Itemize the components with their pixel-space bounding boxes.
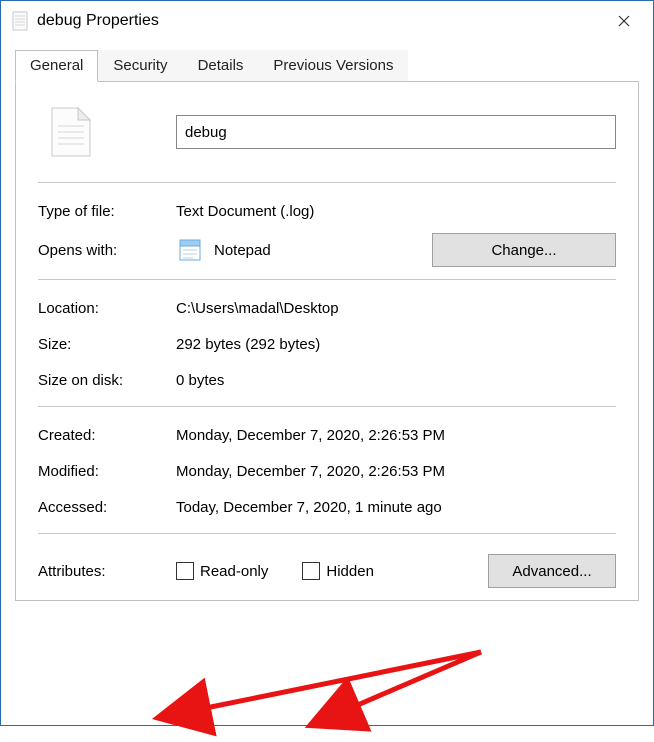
window-title: debug Properties <box>37 12 601 30</box>
checkbox-read-only[interactable]: Read-only <box>176 562 268 580</box>
checkbox-hidden-label: Hidden <box>326 563 374 580</box>
advanced-button[interactable]: Advanced... <box>488 554 616 588</box>
label-size-on-disk: Size on disk: <box>38 372 176 389</box>
tab-general-label: General <box>30 57 83 74</box>
file-type-icon <box>48 104 94 160</box>
value-size-on-disk: 0 bytes <box>176 372 616 389</box>
label-location: Location: <box>38 300 176 317</box>
tab-security-label: Security <box>113 57 167 74</box>
label-created: Created: <box>38 427 176 444</box>
value-created: Monday, December 7, 2020, 2:26:53 PM <box>176 427 616 444</box>
filename-input[interactable] <box>176 115 616 149</box>
checkbox-box-icon <box>302 562 320 580</box>
value-type-of-file: Text Document (.log) <box>176 203 616 220</box>
tab-previous-versions-label: Previous Versions <box>273 57 393 74</box>
value-location: C:\Users\madal\Desktop <box>176 300 616 317</box>
close-button[interactable] <box>601 6 647 36</box>
notepad-icon <box>176 236 204 264</box>
tab-previous-versions[interactable]: Previous Versions <box>258 50 408 81</box>
checkbox-hidden[interactable]: Hidden <box>302 562 374 580</box>
divider <box>38 533 616 534</box>
label-opens-with: Opens with: <box>38 242 176 259</box>
annotation-arrows <box>16 82 616 742</box>
tab-general[interactable]: General <box>15 50 98 82</box>
label-size: Size: <box>38 336 176 353</box>
divider <box>38 182 616 183</box>
divider <box>38 406 616 407</box>
label-attributes: Attributes: <box>38 563 176 580</box>
change-button[interactable]: Change... <box>432 233 616 267</box>
content-area: General Security Details Previous Versio… <box>1 41 653 725</box>
value-opens-with: Notepad <box>214 242 432 259</box>
tab-panel-general: Type of file: Text Document (.log) Opens… <box>15 81 639 601</box>
properties-window: debug Properties General Security Detail… <box>0 0 654 726</box>
file-icon <box>11 10 29 32</box>
label-modified: Modified: <box>38 463 176 480</box>
value-accessed: Today, December 7, 2020, 1 minute ago <box>176 499 616 516</box>
label-accessed: Accessed: <box>38 499 176 516</box>
label-type-of-file: Type of file: <box>38 203 176 220</box>
value-size: 292 bytes (292 bytes) <box>176 336 616 353</box>
checkbox-read-only-label: Read-only <box>200 563 268 580</box>
divider <box>38 279 616 280</box>
tab-details-label: Details <box>198 57 244 74</box>
value-modified: Monday, December 7, 2020, 2:26:53 PM <box>176 463 616 480</box>
titlebar: debug Properties <box>1 1 653 41</box>
tab-strip: General Security Details Previous Versio… <box>15 49 639 81</box>
tab-security[interactable]: Security <box>98 50 182 81</box>
checkbox-box-icon <box>176 562 194 580</box>
tab-details[interactable]: Details <box>183 50 259 81</box>
